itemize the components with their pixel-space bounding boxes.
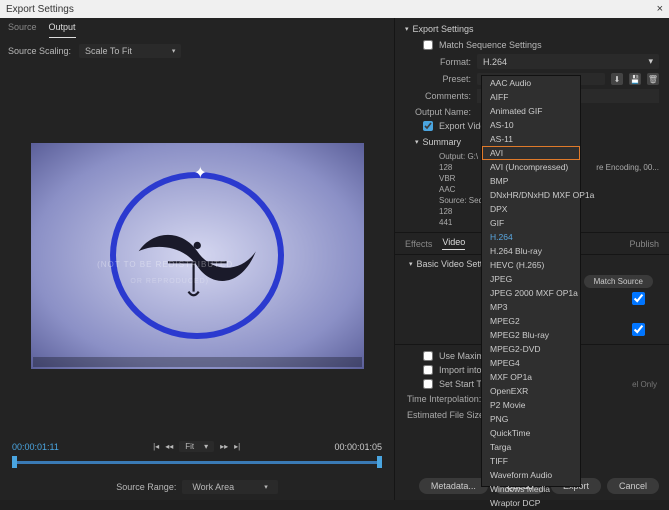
match-sequence-label: Match Sequence Settings bbox=[439, 40, 542, 50]
source-range-label: Source Range: bbox=[116, 482, 176, 492]
format-option[interactable]: Targa bbox=[482, 440, 580, 454]
hardware-encoding-text: re Encoding, 00... bbox=[592, 163, 659, 172]
format-option[interactable]: AS-10 bbox=[482, 118, 580, 132]
save-preset-icon[interactable]: 💾 bbox=[629, 73, 641, 85]
preview-star-icon: ✦ bbox=[194, 163, 207, 183]
format-option[interactable]: AIFF bbox=[482, 90, 580, 104]
format-option[interactable]: AAC Audio bbox=[482, 76, 580, 90]
use-max-render-checkbox[interactable] bbox=[423, 351, 433, 361]
comments-label: Comments: bbox=[405, 91, 477, 101]
format-option[interactable]: H.264 Blu-ray bbox=[482, 244, 580, 258]
preset-label: Preset: bbox=[405, 74, 477, 84]
chevron-down-icon: ▾ bbox=[415, 138, 419, 146]
in-point-handle[interactable] bbox=[12, 456, 17, 468]
go-to-in-icon[interactable]: |◂ bbox=[153, 442, 159, 451]
timecode-left[interactable]: 00:00:01:11 bbox=[12, 442, 59, 452]
set-start-tc-checkbox[interactable] bbox=[423, 379, 433, 389]
format-option[interactable]: JPEG 2000 MXF OP1a bbox=[482, 286, 580, 300]
format-label: Format: bbox=[405, 57, 477, 67]
delete-preset-icon[interactable]: 🗑 bbox=[647, 73, 659, 85]
source-range-dropdown[interactable]: Work Area ▾ bbox=[182, 480, 277, 494]
format-option[interactable]: DPX bbox=[482, 202, 580, 216]
step-fwd-icon[interactable]: ▸▸ bbox=[220, 442, 228, 451]
output-name-label: Output Name: bbox=[405, 107, 477, 117]
import-project-checkbox[interactable] bbox=[423, 365, 433, 375]
chevron-down-icon: ▾ bbox=[648, 56, 653, 67]
close-icon[interactable]: × bbox=[657, 3, 663, 15]
format-option[interactable]: PNG bbox=[482, 412, 580, 426]
format-option[interactable]: HEVC (H.265) bbox=[482, 258, 580, 272]
format-option[interactable]: TIFF bbox=[482, 454, 580, 468]
step-back-icon[interactable]: ◂◂ bbox=[165, 442, 173, 451]
format-option[interactable]: MPEG2-DVD bbox=[482, 342, 580, 356]
format-option[interactable]: Waveform Audio bbox=[482, 468, 580, 482]
format-option[interactable]: Windows Media bbox=[482, 482, 580, 496]
source-scaling-label: Source Scaling: bbox=[8, 46, 71, 56]
match-sequence-checkbox[interactable] bbox=[423, 40, 433, 50]
chevron-down-icon: ▾ bbox=[172, 47, 176, 55]
export-settings-header[interactable]: ▾ Export Settings bbox=[395, 20, 669, 38]
est-size-label: Estimated File Size: bbox=[407, 410, 487, 420]
format-option[interactable]: GIF bbox=[482, 216, 580, 230]
format-option[interactable]: AVI (Uncompressed) bbox=[482, 160, 580, 174]
format-option[interactable]: QuickTime bbox=[482, 426, 580, 440]
cancel-button[interactable]: Cancel bbox=[607, 478, 659, 494]
import-preset-icon[interactable]: ⬇ bbox=[611, 73, 623, 85]
metadata-button[interactable]: Metadata... bbox=[419, 478, 488, 494]
format-option[interactable]: MPEG4 bbox=[482, 356, 580, 370]
format-dropdown[interactable]: H.264 ▾ bbox=[477, 54, 659, 69]
time-interp-label: Time Interpolation: bbox=[407, 394, 481, 404]
format-option[interactable]: H.264 bbox=[482, 230, 580, 244]
chevron-down-icon: ▾ bbox=[264, 483, 268, 491]
format-option[interactable]: AS-11 bbox=[482, 132, 580, 146]
timecode-right: 00:00:01:05 bbox=[334, 442, 382, 452]
timeline-scrubber[interactable] bbox=[12, 456, 382, 468]
tab-video[interactable]: Video bbox=[442, 237, 465, 250]
match-source-button[interactable]: Match Source bbox=[584, 275, 653, 288]
watermark-line1: (NOT TO BE REDISTRIBUTED bbox=[97, 260, 233, 269]
preview-scrubber-overlay[interactable] bbox=[33, 357, 362, 367]
watermark-line2: OR REPRODUCED) bbox=[130, 278, 209, 285]
format-option[interactable]: JPEG bbox=[482, 272, 580, 286]
format-option[interactable]: Wraptor DCP bbox=[482, 496, 580, 510]
format-option[interactable]: P2 Movie bbox=[482, 398, 580, 412]
tab-effects[interactable]: Effects bbox=[405, 239, 432, 249]
format-option[interactable]: MPEG2 Blu-ray bbox=[482, 328, 580, 342]
preview-frame: ✦ (NOT TO BE REDISTRIBUTED OR REPRODUCED… bbox=[31, 143, 364, 369]
tab-source[interactable]: Source bbox=[8, 22, 37, 38]
format-option[interactable]: OpenEXR bbox=[482, 384, 580, 398]
chevron-down-icon: ▾ bbox=[409, 260, 413, 268]
width-lock-checkbox[interactable] bbox=[632, 292, 645, 305]
titlebar: Export Settings × bbox=[0, 0, 669, 18]
tab-publish[interactable]: Publish bbox=[629, 239, 659, 249]
tab-output[interactable]: Output bbox=[49, 22, 76, 38]
framerate-lock-checkbox[interactable] bbox=[632, 323, 645, 336]
format-option[interactable]: MXF OP1a bbox=[482, 370, 580, 384]
out-point-handle[interactable] bbox=[377, 456, 382, 468]
export-video-checkbox[interactable] bbox=[423, 121, 433, 131]
window-title: Export Settings bbox=[6, 4, 74, 15]
chevron-down-icon: ▾ bbox=[204, 442, 208, 451]
chevron-down-icon: ▾ bbox=[405, 25, 409, 33]
format-dropdown-list[interactable]: AAC AudioAIFFAnimated GIFAS-10AS-11AVIAV… bbox=[481, 75, 581, 487]
format-option[interactable]: DNxHR/DNxHD MXF OP1a bbox=[482, 188, 580, 202]
format-option[interactable]: Animated GIF bbox=[482, 104, 580, 118]
source-scaling-dropdown[interactable]: Scale To Fit ▾ bbox=[79, 44, 181, 58]
format-option[interactable]: MPEG2 bbox=[482, 314, 580, 328]
go-to-out-icon[interactable]: ▸| bbox=[234, 442, 240, 451]
fit-dropdown[interactable]: Fit ▾ bbox=[179, 441, 214, 452]
format-option[interactable]: AVI bbox=[482, 146, 580, 160]
format-option[interactable]: BMP bbox=[482, 174, 580, 188]
format-option[interactable]: MP3 bbox=[482, 300, 580, 314]
